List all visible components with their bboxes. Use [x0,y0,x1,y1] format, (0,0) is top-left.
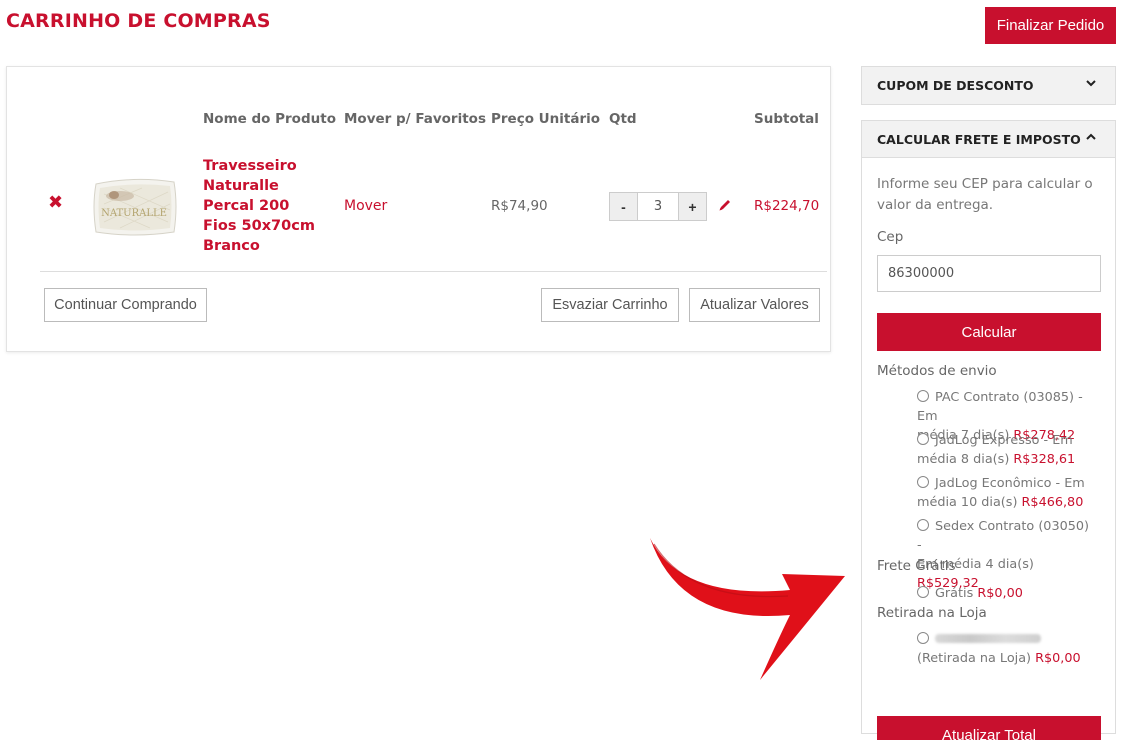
column-header-subtotal: Subtotal [754,111,819,127]
radio-button[interactable] [917,586,929,598]
free-shipping-option[interactable]: Grátis R$0,00 [917,584,1097,603]
radio-button[interactable] [917,519,929,531]
pickup-option[interactable]: (Retirada na Loja) R$0,00 [917,630,1097,668]
calculate-button[interactable]: Calcular [877,313,1101,351]
update-values-button[interactable]: Atualizar Valores [689,288,820,322]
column-header-name: Nome do Produto [203,111,336,127]
chevron-down-icon [1086,80,1096,87]
page-title: CARRINHO DE COMPRAS [6,10,271,32]
annotation-arrow-icon [650,538,845,680]
empty-cart-button[interactable]: Esvaziar Carrinho [541,288,679,322]
methods-label: Métodos de envio [877,363,997,379]
chevron-up-icon [1086,133,1096,140]
qty-input[interactable]: 3 [637,193,679,220]
column-header-move: Mover p/ Favoritos [344,111,486,127]
unit-price: R$74,90 [491,198,548,214]
decrease-qty-button[interactable]: - [610,193,637,220]
shipping-panel: CALCULAR FRETE E IMPOSTO Informe seu CEP… [861,120,1116,740]
column-header-qty: Qtd [609,111,637,127]
free-shipping-label: Frete Grátis [877,558,956,574]
cep-label: Cep [877,229,904,245]
redacted-store-name [935,634,1041,643]
shipping-info-text: Informe seu CEP para calcular o valor da… [877,176,1093,213]
product-thumbnail[interactable]: NATURALLE [90,174,178,238]
radio-button[interactable] [917,632,929,644]
product-name-link[interactable]: Travesseiro Naturalle Percal 200 Fios 50… [203,156,323,256]
finalize-order-button[interactable]: Finalizar Pedido [985,7,1116,44]
update-total-button[interactable]: Atualizar Total [877,716,1101,740]
shipping-option[interactable]: JadLog Expresso - Em média 8 dia(s) R$32… [917,431,1097,469]
coupon-title: CUPOM DE DESCONTO [877,78,1034,93]
divider [40,271,827,272]
item-subtotal: R$224,70 [754,198,820,214]
quantity-stepper: - 3 + [609,192,707,221]
cep-input[interactable]: 86300000 [877,255,1101,292]
increase-qty-button[interactable]: + [679,193,706,220]
shipping-option[interactable]: JadLog Econômico - Em média 10 dia(s) R$… [917,474,1097,512]
radio-button[interactable] [917,476,929,488]
shipping-title: CALCULAR FRETE E IMPOSTO [877,131,1081,147]
radio-button[interactable] [917,390,929,402]
cart-panel: Nome do Produto Mover p/ Favoritos Preço… [6,66,831,352]
shipping-header[interactable]: CALCULAR FRETE E IMPOSTO [862,121,1115,158]
remove-item-icon[interactable]: ✖ [48,192,63,213]
shipping-option[interactable]: Sedex Contrato (03050) - Em média 4 dia(… [917,517,1097,593]
column-header-unit-price: Preço Unitário [491,111,601,127]
thumbnail-brand-text: NATURALLE [101,208,167,219]
radio-button[interactable] [917,433,929,445]
pencil-icon[interactable] [718,198,732,212]
move-to-favorites-link[interactable]: Mover [344,198,387,214]
pickup-label: Retirada na Loja [877,605,987,621]
coupon-header[interactable]: CUPOM DE DESCONTO [862,67,1115,104]
continue-shopping-button[interactable]: Continuar Comprando [44,288,207,322]
coupon-panel: CUPOM DE DESCONTO [861,66,1116,105]
